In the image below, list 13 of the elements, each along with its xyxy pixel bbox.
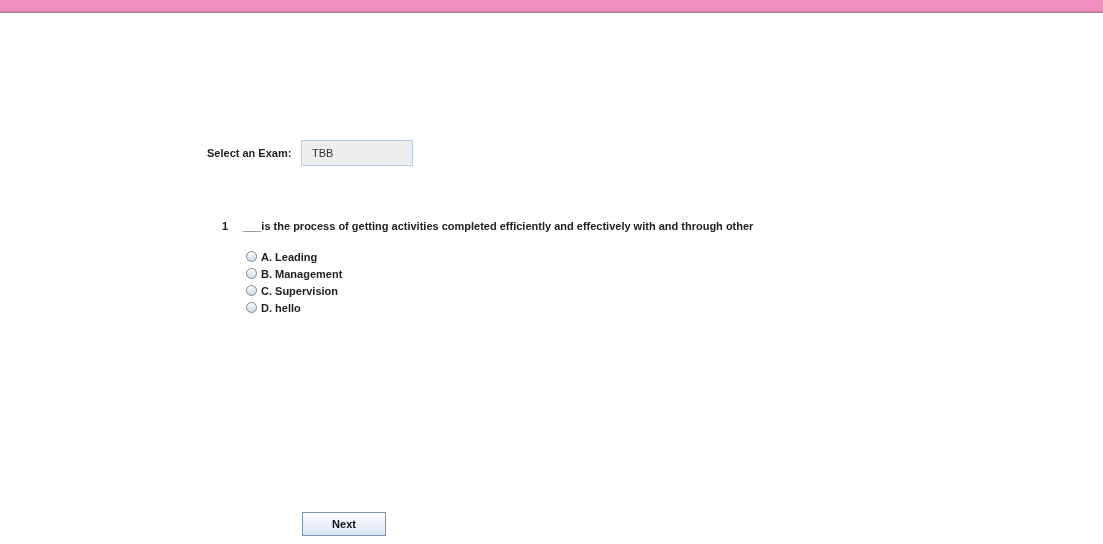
radio-button[interactable]: [246, 268, 257, 279]
radio-button[interactable]: [246, 285, 257, 296]
option-label[interactable]: D. hello: [261, 301, 301, 314]
exam-label: Select an Exam:: [207, 147, 293, 159]
exam-field[interactable]: TBB: [301, 140, 413, 166]
option-label[interactable]: B. Management: [261, 267, 343, 280]
next-button[interactable]: Next: [302, 512, 386, 536]
option-label[interactable]: A. Leading: [261, 250, 318, 263]
question-number: 1: [222, 220, 230, 232]
option-label[interactable]: C. Supervision: [261, 284, 339, 297]
radio-button[interactable]: [246, 302, 257, 313]
question-text: ___is the process of getting activities completed efficiently and effectively with and through other: [243, 220, 754, 232]
radio-button[interactable]: [246, 251, 257, 262]
